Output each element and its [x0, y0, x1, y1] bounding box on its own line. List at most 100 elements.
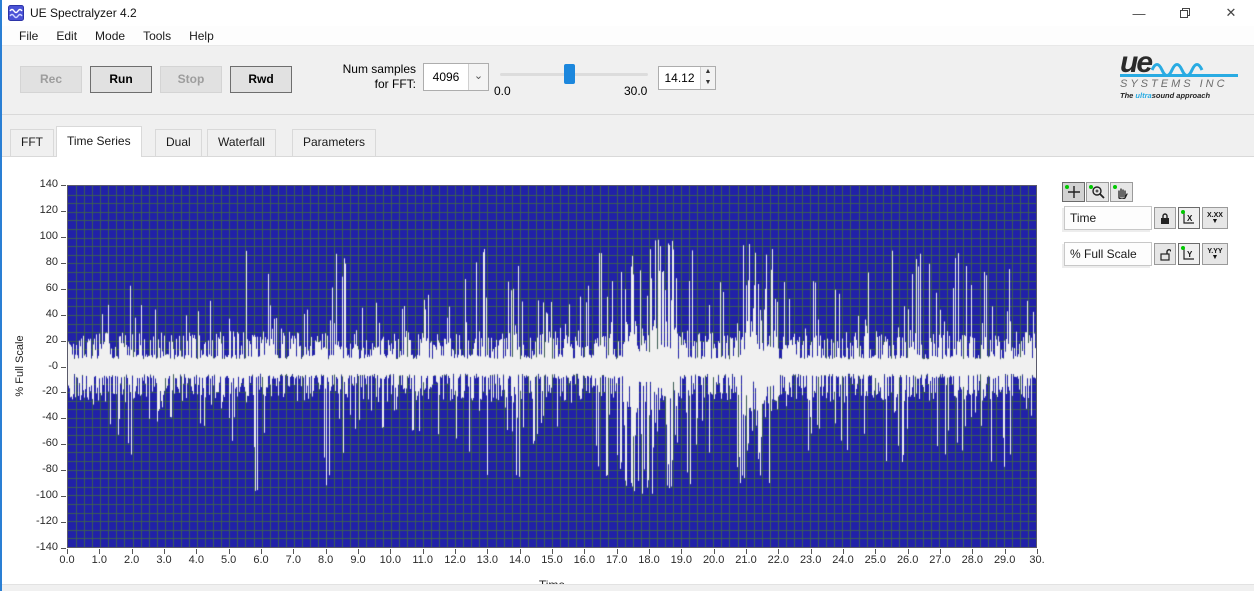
- zoom-tool-button[interactable]: [1086, 182, 1109, 202]
- cursor-tool-button[interactable]: [1062, 182, 1085, 202]
- x-tick-label: 19.0: [670, 554, 693, 566]
- y-tick-label: 120: [39, 203, 58, 216]
- menu-item-mode[interactable]: Mode: [86, 27, 134, 45]
- x-tick-label: 6.0: [253, 554, 269, 566]
- tab-waterfall[interactable]: Waterfall: [207, 129, 276, 156]
- y-autoscale-button[interactable]: Y: [1178, 243, 1200, 265]
- minimize-button[interactable]: —: [1116, 0, 1162, 26]
- tab-time-series[interactable]: Time Series: [56, 126, 142, 157]
- x-scale-lock-button[interactable]: [1154, 207, 1176, 229]
- y-tick-label: 20: [45, 333, 58, 346]
- x-tick-label: 5.0: [221, 554, 237, 566]
- x-autoscale-button[interactable]: X: [1178, 207, 1200, 229]
- fft-samples-label: Num samples for FFT:: [342, 62, 416, 91]
- time-position-spinbox[interactable]: 14.12 ▲ ▼: [658, 66, 716, 90]
- tab-dual[interactable]: Dual: [155, 129, 202, 156]
- x-tick-mark: [164, 549, 165, 554]
- x-tick-mark: [261, 549, 262, 554]
- y-tick-label: -140: [35, 541, 58, 553]
- x-tick-label: 4.0: [188, 554, 204, 566]
- chevron-down-icon[interactable]: ⌄: [468, 64, 488, 90]
- x-tick-label: 23.0: [799, 554, 822, 566]
- y-scale-name-box[interactable]: % Full Scale: [1064, 242, 1152, 266]
- waveform-canvas[interactable]: [68, 186, 1036, 547]
- fft-samples-dropdown[interactable]: 4096 ⌄: [423, 63, 489, 91]
- x-tick-mark: [99, 549, 101, 554]
- x-tick-mark: [519, 549, 521, 554]
- x-tick-label: 18.0: [638, 554, 660, 566]
- tab-fft[interactable]: FFT: [10, 129, 54, 156]
- x-tick-mark: [681, 549, 683, 554]
- y-format-button[interactable]: Y.YY ▼: [1202, 243, 1228, 265]
- x-tick-mark: [196, 549, 198, 554]
- x-tick-mark: [293, 549, 295, 554]
- x-tick-mark: [390, 549, 392, 554]
- menu-bar: File Edit Mode Tools Help: [2, 26, 1254, 46]
- x-tick-label: 26.0: [896, 554, 919, 566]
- stop-button[interactable]: Stop: [160, 66, 222, 93]
- logo-brand-text: ue: [1120, 46, 1153, 79]
- y-tick-mark: [61, 185, 66, 186]
- spin-down-icon[interactable]: ▼: [701, 78, 715, 89]
- x-tick-label: 3.0: [156, 554, 172, 566]
- window-footer: [2, 584, 1254, 591]
- x-tick-mark: [552, 549, 553, 554]
- rwd-button[interactable]: Rwd: [230, 66, 292, 93]
- graph-palette: [1062, 182, 1134, 202]
- y-tick-label: -40: [42, 411, 58, 424]
- pan-tool-button[interactable]: [1110, 182, 1133, 202]
- x-tick-label: 8.0: [318, 554, 334, 566]
- x-tick-label: 22.0: [767, 554, 790, 566]
- tab-parameters[interactable]: Parameters: [292, 129, 377, 156]
- x-tick-mark: [358, 549, 359, 554]
- slider-thumb[interactable]: [564, 64, 575, 84]
- x-tick-label: 9.0: [350, 554, 366, 566]
- tab-strip: FFT Time Series Dual Waterfall Parameters: [2, 115, 1254, 157]
- led-icon: [1181, 210, 1185, 214]
- menu-item-edit[interactable]: Edit: [47, 27, 86, 45]
- restore-icon: [1180, 8, 1190, 18]
- x-tick-label: 14.0: [508, 554, 531, 566]
- logo-sine-wave-icon: [1151, 63, 1204, 76]
- y-tick-label: -20: [42, 385, 58, 398]
- y-tick-label: 80: [45, 255, 58, 268]
- menu-item-help[interactable]: Help: [180, 27, 223, 45]
- x-tick-label: 21.0: [735, 554, 757, 566]
- close-button[interactable]: ✕: [1208, 0, 1254, 26]
- x-tick-mark: [1037, 549, 1038, 554]
- x-tick-mark: [325, 549, 327, 554]
- x-tick-mark: [1004, 549, 1006, 554]
- y-tick-mark: [61, 418, 66, 420]
- x-tick-mark: [649, 549, 650, 554]
- restore-button[interactable]: [1162, 0, 1208, 26]
- y-scale-lock-button[interactable]: [1154, 243, 1176, 265]
- x-tick-label: 28.0: [961, 554, 984, 566]
- rec-button[interactable]: Rec: [20, 66, 82, 93]
- x-tick-label: 20.0: [702, 554, 725, 566]
- slider-max-label: 30.0: [624, 84, 648, 98]
- y-tick-mark: [61, 470, 66, 472]
- run-button[interactable]: Run: [90, 66, 152, 93]
- waveform-plot[interactable]: [67, 185, 1037, 548]
- x-tick-label: 1.0: [91, 554, 107, 566]
- app-window: UE Spectralyzer 4.2 — ✕ File Edit Mode Tool…: [0, 0, 1254, 591]
- menu-item-file[interactable]: File: [10, 27, 47, 45]
- x-tick-label: 15.0: [541, 554, 563, 566]
- window-title: UE Spectralyzer 4.2: [30, 6, 137, 20]
- y-tick-mark: [61, 262, 66, 264]
- x-tick-mark: [713, 549, 715, 554]
- caret-down-icon: ▼: [1211, 217, 1219, 225]
- x-tick-mark: [616, 549, 618, 554]
- x-tick-mark: [778, 549, 780, 554]
- spin-up-icon[interactable]: ▲: [701, 67, 715, 78]
- menu-item-tools[interactable]: Tools: [134, 27, 180, 45]
- time-position-slider[interactable]: [500, 64, 648, 84]
- x-format-button[interactable]: X.XX ▼: [1202, 207, 1228, 229]
- x-scale-name-box[interactable]: Time: [1064, 206, 1152, 230]
- y-tick-mark: [61, 314, 66, 316]
- y-scale-legend: % Full Scale Y Y.YY ▼: [1064, 242, 1228, 266]
- x-tick-mark: [67, 549, 68, 554]
- x-tick-label: 16.0: [573, 554, 596, 566]
- x-tick-label: 11.0: [412, 554, 433, 566]
- led-icon: [1181, 246, 1185, 250]
